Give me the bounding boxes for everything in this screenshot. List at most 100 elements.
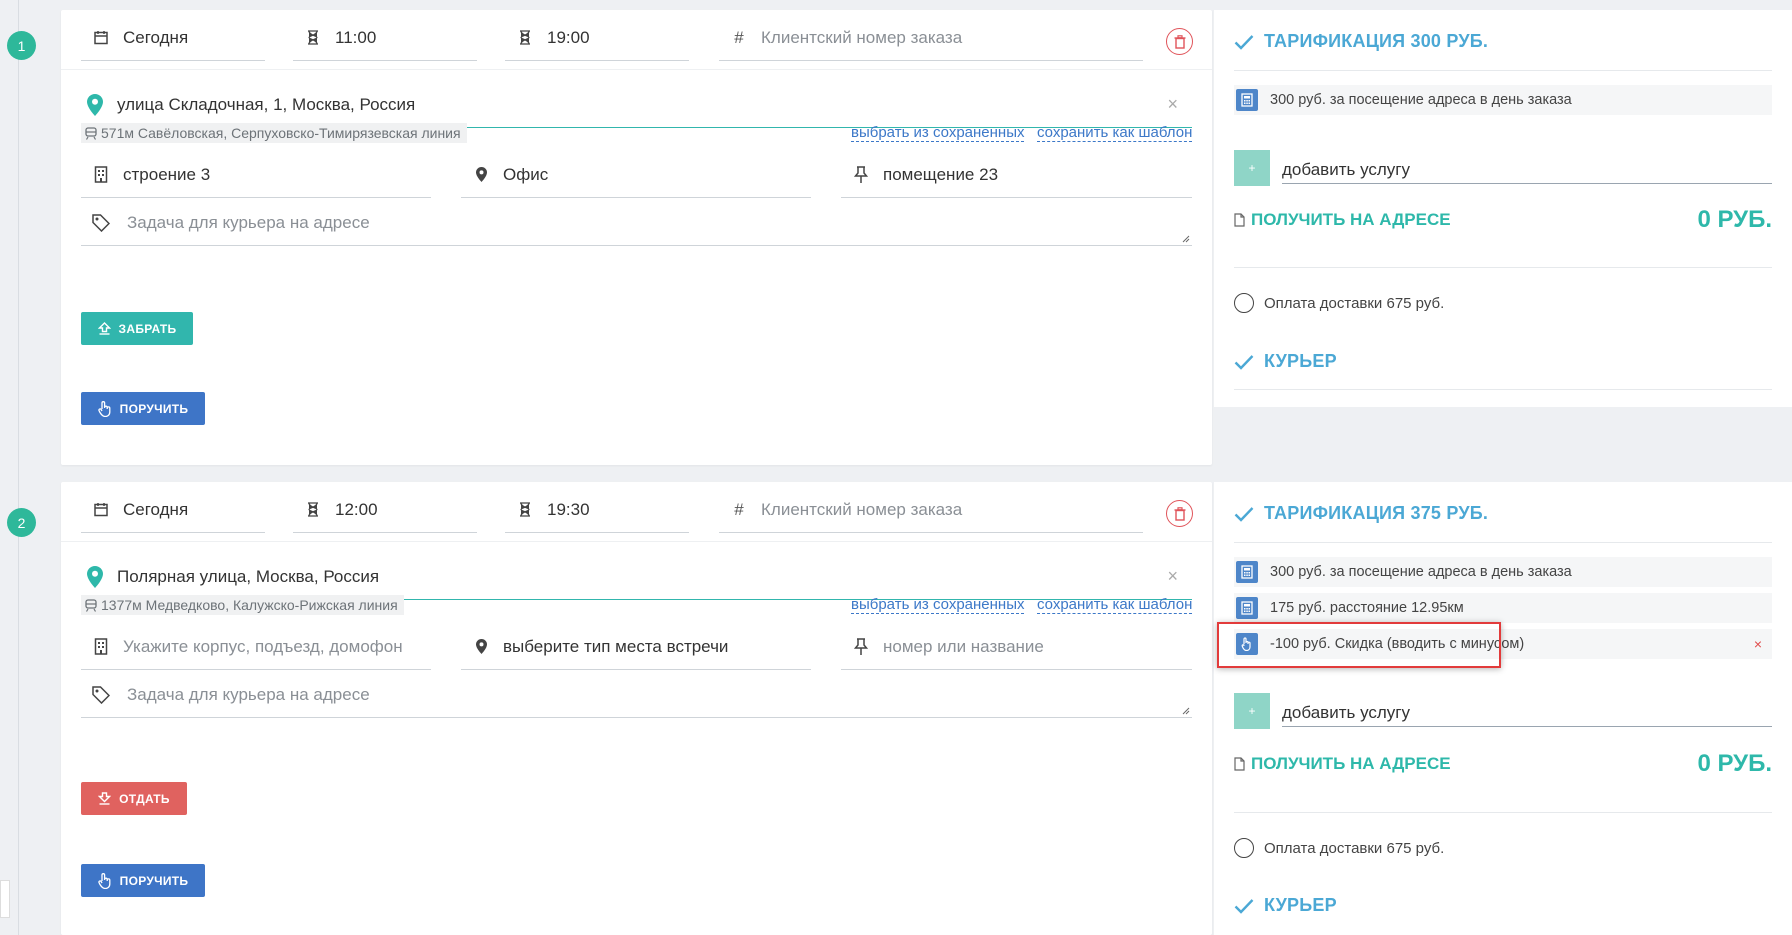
hand-pointer-icon <box>98 400 111 417</box>
pickup-button[interactable]: ЗАБРАТЬ <box>81 312 193 345</box>
assign-button[interactable]: ПОРУЧИТЬ <box>81 392 205 425</box>
hourglass-icon <box>299 30 327 45</box>
resize-handle-icon[interactable] <box>1182 235 1190 243</box>
payment-option[interactable]: Оплата доставки 675 руб. <box>1234 838 1444 858</box>
service-item: 300 руб. за посещение адреса в день зака… <box>1234 85 1772 115</box>
service-item: 175 руб. расстояние 12.95км <box>1234 593 1772 623</box>
clear-address-icon[interactable]: × <box>1167 566 1178 587</box>
time-to-field[interactable]: 19:00 <box>505 15 689 61</box>
date-value: Сегодня <box>123 499 189 519</box>
step-badge: 1 <box>7 31 36 60</box>
clear-address-icon[interactable]: × <box>1167 94 1178 115</box>
location-icon <box>467 639 495 654</box>
highlight-box <box>1217 622 1501 668</box>
pick-saved-link[interactable]: выбрать из сохраненных <box>851 124 1025 142</box>
assign-button-label: ПОРУЧИТЬ <box>119 401 189 416</box>
order-number-input[interactable]: # Клиентский номер заказа <box>719 487 1143 533</box>
add-service-input[interactable]: добавить услугу <box>1282 695 1772 727</box>
meeting-place-select[interactable]: Офис <box>461 152 811 198</box>
calendar-icon <box>87 502 115 517</box>
add-service-button[interactable]: + <box>1234 693 1270 729</box>
checkmark-icon <box>1234 898 1254 914</box>
tariff-header[interactable]: ТАРИФИКАЦИЯ 375 РУБ. <box>1234 503 1488 524</box>
add-service-row: + добавить услугу <box>1234 150 1772 186</box>
courier-header[interactable]: КУРЬЕР <box>1234 895 1337 916</box>
resize-handle-icon[interactable] <box>1182 707 1190 715</box>
time-from-field[interactable]: 12:00 <box>293 487 477 533</box>
courier-task-input[interactable]: Задача для курьера на адресе <box>81 672 1192 718</box>
map-pin-icon <box>81 93 109 116</box>
meeting-place-value: Офис <box>503 164 549 184</box>
courier-task-input[interactable]: Задача для курьера на адресе <box>81 200 1192 246</box>
room-input[interactable]: номер или название <box>841 624 1192 670</box>
checkmark-icon <box>1234 506 1254 522</box>
remove-service-icon[interactable]: × <box>1754 636 1762 652</box>
time-from-value: 11:00 <box>335 27 377 47</box>
save-template-link[interactable]: сохранить как шаблон <box>1037 124 1193 142</box>
building-icon <box>87 166 115 183</box>
add-service-input[interactable]: добавить услугу <box>1282 152 1772 184</box>
download-icon <box>98 792 112 805</box>
address-value: улица Складочная, 1, Москва, Россия <box>117 94 416 114</box>
courier-title: КУРЬЕР <box>1264 351 1337 371</box>
service-text: 300 руб. за посещение адреса в день зака… <box>1270 564 1572 580</box>
payment-option-label: Оплата доставки 675 руб. <box>1264 294 1445 312</box>
save-template-link[interactable]: сохранить как шаблон <box>1037 596 1193 614</box>
receive-label: ПОЛУЧИТЬ НА АДРЕСЕ <box>1251 754 1451 773</box>
task-placeholder: Задача для курьера на адресе <box>127 684 370 704</box>
order-number-input[interactable]: # Клиентский номер заказа <box>719 15 1143 61</box>
tag-icon <box>87 685 115 704</box>
pushpin-icon <box>847 638 875 655</box>
address-card-2: Сегодня 12:00 19:30 # Клиентский номер з… <box>61 482 1212 935</box>
meeting-place-select[interactable]: выберите тип места встречи <box>461 624 811 670</box>
assign-button[interactable]: ПОРУЧИТЬ <box>81 864 205 897</box>
metro-text: 571м Савёловская, Серпуховско-Тимирязевс… <box>101 125 461 141</box>
train-icon <box>85 126 97 140</box>
delete-address-button[interactable] <box>1166 500 1193 527</box>
location-icon <box>467 167 495 182</box>
tariff-panel-1: ТАРИФИКАЦИЯ 300 РУБ. 300 руб. за посещен… <box>1214 10 1792 407</box>
date-field[interactable]: Сегодня <box>81 487 265 533</box>
handover-button[interactable]: ОТДАТЬ <box>81 782 187 815</box>
date-value: Сегодня <box>123 27 189 47</box>
order-number-placeholder: Клиентский номер заказа <box>761 499 963 519</box>
divider <box>1234 267 1772 268</box>
metro-info: 571м Савёловская, Серпуховско-Тимирязевс… <box>81 123 467 143</box>
hourglass-icon <box>299 502 327 517</box>
building-input[interactable]: Укажите корпус, подъезд, домофон <box>81 624 431 670</box>
handover-button-label: ОТДАТЬ <box>119 791 170 806</box>
side-handle[interactable] <box>0 880 10 918</box>
receive-sum: 0 РУБ. <box>1697 206 1772 233</box>
add-service-button[interactable]: + <box>1234 150 1270 186</box>
courier-title: КУРЬЕР <box>1264 895 1337 915</box>
room-placeholder: номер или название <box>883 636 1044 656</box>
trash-icon <box>1174 506 1185 521</box>
pushpin-icon <box>847 166 875 183</box>
room-input[interactable]: помещение 23 <box>841 152 1192 198</box>
calculator-icon <box>1236 597 1258 619</box>
train-icon <box>85 598 97 612</box>
courier-header[interactable]: КУРЬЕР <box>1234 351 1337 372</box>
calendar-icon <box>87 30 115 45</box>
divider <box>61 69 1212 70</box>
address-input[interactable]: Полярная улица, Москва, Россия × <box>81 554 1192 600</box>
document-icon <box>1234 213 1245 227</box>
map-pin-icon <box>81 565 109 588</box>
payment-option[interactable]: Оплата доставки 675 руб. <box>1234 293 1444 313</box>
metro-info: 1377м Медведково, Калужско-Рижская линия <box>81 595 404 615</box>
radio-circle[interactable] <box>1234 838 1254 858</box>
building-input[interactable]: строение 3 <box>81 152 431 198</box>
step-badge: 2 <box>7 508 36 537</box>
room-value: помещение 23 <box>883 164 999 184</box>
time-from-field[interactable]: 11:00 <box>293 15 477 61</box>
address-input[interactable]: улица Складочная, 1, Москва, Россия × <box>81 82 1192 128</box>
radio-circle[interactable] <box>1234 293 1254 313</box>
pick-saved-link[interactable]: выбрать из сохраненных <box>851 596 1025 614</box>
tariff-header[interactable]: ТАРИФИКАЦИЯ 300 РУБ. <box>1234 31 1488 52</box>
time-to-field[interactable]: 19:30 <box>505 487 689 533</box>
receive-at-address: ПОЛУЧИТЬ НА АДРЕСЕ 0 РУБ. <box>1234 750 1772 778</box>
service-item: 300 руб. за посещение адреса в день зака… <box>1234 557 1772 587</box>
delete-address-button[interactable] <box>1166 28 1193 55</box>
document-icon <box>1234 757 1245 771</box>
date-field[interactable]: Сегодня <box>81 15 265 61</box>
